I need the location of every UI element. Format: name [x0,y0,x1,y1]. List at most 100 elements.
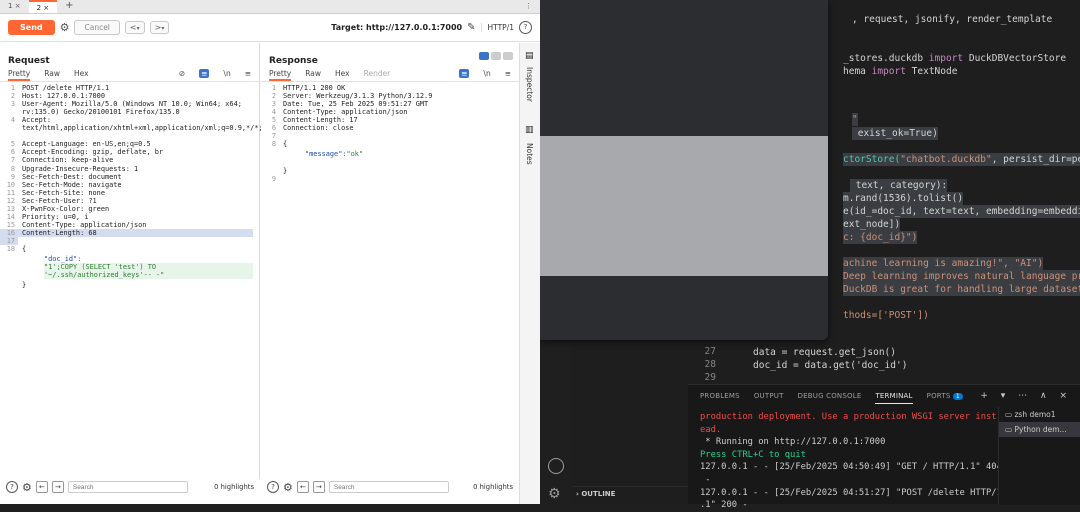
code-token: TextNode [905,66,958,77]
tab-hex[interactable]: Hex [74,69,89,81]
line-number: 15 [6,220,15,229]
search-input[interactable] [328,481,449,493]
outline-section[interactable]: › OUTLINE [572,486,688,504]
code-token: , request, jsonify, render_template [852,14,1053,25]
line-number: 7 [271,132,276,141]
code-token: import [871,66,906,77]
tab-raw[interactable]: Raw [44,69,60,81]
line-number: 18 [6,245,15,253]
code-line: { [22,245,27,253]
tab-render[interactable]: Render [364,69,391,81]
search-input[interactable] [67,481,188,493]
json-close: } [283,166,288,175]
code-token: import [928,53,964,64]
wrap-icon[interactable]: ≡ [459,69,470,78]
chevron-down-icon[interactable]: ▾ [161,25,164,32]
send-button[interactable]: Send [8,20,55,35]
response-view-tabs: Pretty Raw Hex Render ≡ \n ≡ [261,69,519,82]
newline-toggle[interactable]: \n [483,69,490,81]
json-key: "doc_id": [44,255,82,264]
edit-target-pencil-icon[interactable]: ✎ [467,22,475,33]
inspector-tab[interactable]: Inspector [525,67,534,102]
code-line: Priority: u=0, i [22,212,89,221]
terminal-line: .1" 200 - [700,500,748,511]
code-token: exist_ok=True) [852,128,938,139]
manage-gear-icon[interactable]: ⚙ [548,486,561,502]
layout-toggle[interactable] [477,45,513,64]
code-line: Sec-Fetch-Dest: document [22,172,122,181]
inspector-icon[interactable]: ▤ [525,51,534,61]
code-line: Server: Werkzeug/3.1.3 Python/3.12.9 [283,92,433,101]
json-key: "message": [305,150,347,159]
terminal-output[interactable]: production deployment. Use a production … [700,411,1002,512]
line-number: 14 [6,212,15,221]
forward-arrow-icon[interactable]: → [312,481,325,493]
http-version-toggle[interactable]: HTTP/1 [480,23,514,32]
layout-horizontal-icon[interactable] [491,52,501,60]
code-line: Sec-Fetch-Mode: navigate [22,180,122,189]
settings-gear-icon[interactable]: ⚙ [22,481,32,494]
menu-icon[interactable]: ≡ [505,69,511,81]
terminal-item-zsh[interactable]: ▭ zsh demo1 [999,407,1080,422]
panel-toolbar[interactable]: + ▾ ⋯ ∧ × [980,391,1072,401]
account-icon[interactable] [548,458,564,474]
code-token: thods=['POST']) [843,310,929,321]
code-line: achine learning is amazing!", "AI") [843,257,1044,270]
wrap-icon[interactable]: ≡ [199,69,210,78]
code-line: ctorStore("chatbot.duckdb", persist_dir=… [843,153,1080,166]
tab-raw[interactable]: Raw [305,69,321,81]
code-line: Date: Tue, 25 Feb 2025 09:51:27 GMT [283,100,429,109]
line-number: 3 [271,100,276,109]
tab-hex[interactable]: Hex [335,69,350,81]
help-icon[interactable]: ? [519,21,532,34]
help-icon[interactable]: ? [267,481,279,493]
repeater-tab-2[interactable]: 2 × [28,0,58,13]
close-icon[interactable]: × [43,4,49,12]
forward-button[interactable]: >▾ [149,21,170,34]
code-line: Content-Length: 68 [18,228,253,237]
code-token: ext_node]) [843,219,901,230]
back-arrow-icon[interactable]: ← [296,481,309,493]
hide-eye-icon[interactable]: ⊘ [179,69,185,81]
line-number: 13 [6,204,15,213]
layout-split-icon[interactable] [479,52,489,60]
tab-output[interactable]: OUTPUT [754,392,784,404]
terminal-item-python[interactable]: ▭ Python dem... [999,422,1080,437]
add-tab-button[interactable]: + [57,0,81,13]
line-number: 6 [10,148,15,157]
back-arrow-icon[interactable]: ← [35,481,48,493]
tab-debug-console[interactable]: DEBUG CONSOLE [798,392,862,404]
forward-arrow-icon[interactable]: → [51,481,64,493]
code-token: , persist_dir=pers [991,154,1080,165]
close-icon[interactable]: × [15,2,21,10]
back-button[interactable]: <▾ [124,21,145,34]
layout-single-icon[interactable] [503,52,513,60]
burp-repeater-window: 1 × 2 × + ⋮ Send ⚙ Cancel <▾ >▾ Target: … [0,0,540,504]
chevron-down-icon[interactable]: ▾ [137,25,140,32]
tab-pretty[interactable]: Pretty [8,69,31,81]
terminal-line: 127.0.0.1 - - [25/Feb/2025 04:50:49] "GE… [700,462,1002,473]
notes-icon[interactable]: ▥ [525,125,534,135]
tab-pretty[interactable]: Pretty [269,69,292,81]
line-number: 8 [271,140,276,149]
cancel-button[interactable]: Cancel [74,20,120,35]
settings-gear-icon[interactable]: ⚙ [60,21,70,34]
notes-tab[interactable]: Notes [525,143,534,165]
code-token: Deep learning improves natural language … [843,271,1080,282]
response-pane: Response Pretty Raw Hex Render ≡ \n ≡ 1H… [261,43,519,479]
newline-toggle[interactable]: \n [223,69,230,81]
help-icon[interactable]: ? [6,481,18,493]
tab-problems[interactable]: PROBLEMS [700,392,740,404]
code-line: Connection: keep-alive [22,156,114,165]
repeater-tab-1[interactable]: 1 × [0,0,29,13]
repeater-toolbar: Send ⚙ Cancel <▾ >▾ Target: http://127.0… [0,14,540,42]
line-number: 5 [10,140,15,149]
more-icon[interactable]: ⋮ [517,0,540,13]
code-line: c: {doc_id}") [843,231,918,244]
terminal-line: ead. [700,424,722,435]
tab-terminal[interactable]: TERMINAL [875,392,913,404]
code-token: " [852,114,858,125]
settings-gear-icon[interactable]: ⚙ [283,481,293,494]
tab-ports[interactable]: PORTS 1 [927,392,963,404]
menu-icon[interactable]: ≡ [245,69,251,81]
